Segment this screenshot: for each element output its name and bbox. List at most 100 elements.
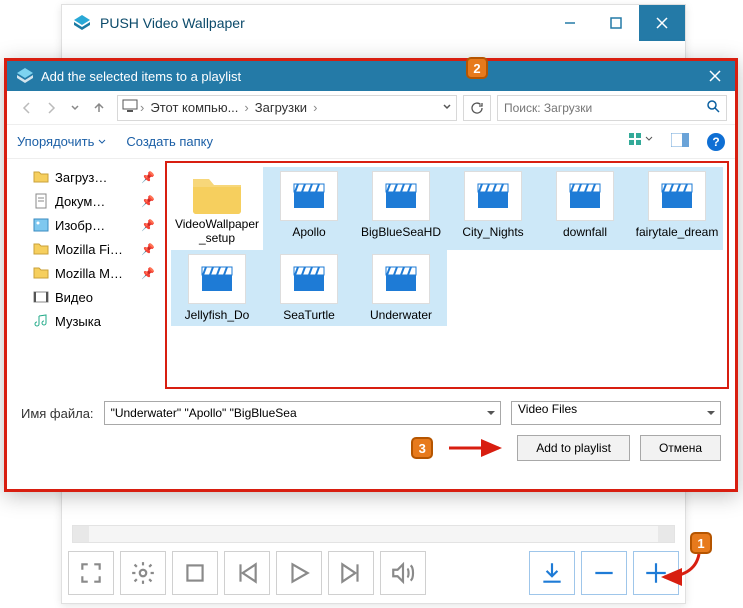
video-file-icon <box>280 171 338 221</box>
close-button[interactable] <box>639 5 685 41</box>
play-button[interactable] <box>276 551 322 595</box>
dialog-logo-icon <box>15 66 35 86</box>
file-item-apollo[interactable]: Apollo <box>263 167 355 250</box>
file-item-underwater[interactable]: Underwater <box>355 250 447 326</box>
sidebar-item-pictures[interactable]: Изобр…📌 <box>7 213 163 237</box>
stop-button[interactable] <box>172 551 218 595</box>
recent-dropdown[interactable] <box>63 96 87 120</box>
sidebar-item-videos[interactable]: Видео <box>7 285 163 309</box>
folder-icon <box>33 169 49 185</box>
pin-icon: 📌 <box>141 219 155 232</box>
file-item-downfall[interactable]: downfall <box>539 167 631 250</box>
document-icon <box>33 193 49 209</box>
breadcrumb-dropdown[interactable] <box>442 100 452 115</box>
file-item-seaturtle[interactable]: SeaTurtle <box>263 250 355 326</box>
fullscreen-button[interactable] <box>68 551 114 595</box>
video-file-icon <box>464 171 522 221</box>
sidebar-item-mozilla-m[interactable]: Mozilla M…📌 <box>7 261 163 285</box>
sidebar-item-downloads[interactable]: Загруз…📌 <box>7 165 163 189</box>
sidebar-item-music[interactable]: Музыка <box>7 309 163 333</box>
filename-label: Имя файла: <box>21 406 94 421</box>
file-label: SeaTurtle <box>283 308 335 322</box>
sidebar: Загруз…📌 Докум…📌 Изобр…📌 Mozilla Fi…📌 Mo… <box>7 159 163 391</box>
view-mode-button[interactable] <box>629 133 653 150</box>
playlist-scrollbar[interactable] <box>72 525 675 543</box>
action-row: 3 Add to playlist Отмена <box>7 431 735 471</box>
back-button[interactable] <box>15 96 39 120</box>
search-box[interactable] <box>497 95 727 121</box>
chevron-right-icon: › <box>138 100 146 115</box>
toolbar: Упорядочить Создать папку ? 2 <box>7 125 735 159</box>
pin-icon: 📌 <box>141 243 155 256</box>
breadcrumb-seg-downloads[interactable]: Загрузки <box>251 100 311 115</box>
player-toolbar <box>68 549 679 597</box>
folder-item[interactable]: VideoWallpaper_setup <box>171 167 263 250</box>
file-dialog: Add the selected items to a playlist › Э… <box>4 58 738 492</box>
video-file-icon <box>648 171 706 221</box>
pin-icon: 📌 <box>141 195 155 208</box>
new-folder-button[interactable]: Создать папку <box>126 134 213 149</box>
file-label: Apollo <box>292 225 325 239</box>
breadcrumb-seg-computer[interactable]: Этот компью... <box>146 100 242 115</box>
file-label: fairytale_dream <box>636 225 719 239</box>
help-button[interactable]: ? <box>707 133 725 151</box>
organize-menu[interactable]: Упорядочить <box>17 134 106 149</box>
filename-row: Имя файла: Video Files <box>7 391 735 431</box>
preview-pane-button[interactable] <box>671 133 689 150</box>
file-label: Jellyfish_Do <box>185 308 250 322</box>
add-to-playlist-button[interactable]: Add to playlist <box>517 435 630 461</box>
breadcrumb[interactable]: › Этот компью... › Загрузки › <box>117 95 457 121</box>
video-file-icon <box>188 254 246 304</box>
next-button[interactable] <box>328 551 374 595</box>
music-icon <box>33 313 49 329</box>
dialog-title: Add the selected items to a playlist <box>41 69 241 84</box>
cancel-button[interactable]: Отмена <box>640 435 721 461</box>
file-item-jellyfish[interactable]: Jellyfish_Do <box>171 250 263 326</box>
forward-button[interactable] <box>39 96 63 120</box>
video-file-icon <box>372 254 430 304</box>
up-button[interactable] <box>87 96 111 120</box>
app-titlebar: PUSH Video Wallpaper <box>62 5 685 41</box>
arrow-icon <box>656 551 704 594</box>
refresh-button[interactable] <box>463 95 491 121</box>
sidebar-item-mozilla-fi[interactable]: Mozilla Fi…📌 <box>7 237 163 261</box>
video-file-icon <box>280 254 338 304</box>
callout-2: 2 <box>466 57 488 79</box>
file-item-citynights[interactable]: City_Nights <box>447 167 539 250</box>
remove-button[interactable] <box>581 551 627 595</box>
file-item-fairytale[interactable]: fairytale_dream <box>631 167 723 250</box>
pin-icon: 📌 <box>141 267 155 280</box>
filename-input[interactable] <box>104 401 501 425</box>
file-label: Underwater <box>370 308 432 322</box>
chevron-right-icon: › <box>311 100 319 115</box>
file-type-filter[interactable]: Video Files <box>511 401 721 425</box>
window-controls <box>547 5 685 41</box>
file-label: downfall <box>563 225 607 239</box>
folder-icon <box>33 265 49 281</box>
prev-button[interactable] <box>224 551 270 595</box>
download-button[interactable] <box>529 551 575 595</box>
folder-icon <box>33 241 49 257</box>
file-label: VideoWallpaper_setup <box>173 217 261 246</box>
file-grid: VideoWallpaper_setup Apollo BigBlueSeaHD… <box>165 161 729 389</box>
arrow-icon <box>447 438 507 458</box>
pin-icon: 📌 <box>141 171 155 184</box>
chevron-right-icon: › <box>242 100 250 115</box>
nav-bar: › Этот компью... › Загрузки › <box>7 91 735 125</box>
search-icon <box>706 99 720 116</box>
folder-icon <box>190 171 244 217</box>
app-logo-icon <box>72 13 92 33</box>
volume-button[interactable] <box>380 551 426 595</box>
dialog-close-button[interactable] <box>695 61 735 91</box>
file-item-bigbluesea[interactable]: BigBlueSeaHD <box>355 167 447 250</box>
video-file-icon <box>556 171 614 221</box>
video-icon <box>33 289 49 305</box>
sidebar-item-documents[interactable]: Докум…📌 <box>7 189 163 213</box>
minimize-button[interactable] <box>547 5 593 41</box>
settings-button[interactable] <box>120 551 166 595</box>
maximize-button[interactable] <box>593 5 639 41</box>
file-browser: Загруз…📌 Докум…📌 Изобр…📌 Mozilla Fi…📌 Mo… <box>7 159 735 391</box>
callout-3: 3 <box>411 437 433 459</box>
app-title: PUSH Video Wallpaper <box>100 15 547 31</box>
search-input[interactable] <box>504 101 706 115</box>
